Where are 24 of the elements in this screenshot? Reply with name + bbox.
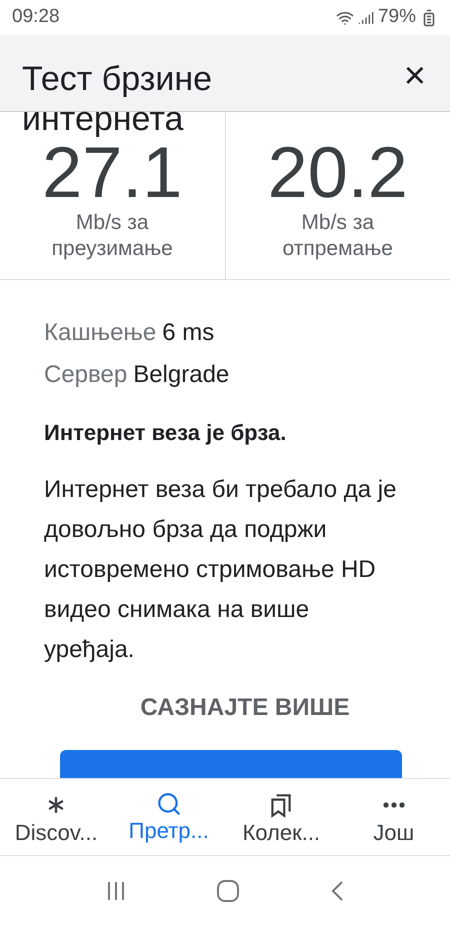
back-icon[interactable]: [329, 879, 346, 903]
signal-icon: [358, 10, 374, 26]
speed-value: 20.2: [268, 138, 408, 208]
detail-label: Кашњење: [44, 318, 156, 348]
detail-value: 6 ms: [162, 318, 214, 348]
status-time: 09:28: [12, 5, 60, 30]
page-title: Тест брзине интернета: [22, 59, 214, 139]
search-icon: [156, 791, 182, 817]
nav-tab[interactable]: Претр...: [112, 779, 225, 855]
nav-tab[interactable]: Discov...: [0, 779, 112, 855]
summary-text: Интернет веза је брза.: [44, 419, 288, 447]
learn-more-link[interactable]: САЗНАЈТЕ ВИШЕ: [140, 690, 350, 726]
speed-unit-label: Mb/s за преузимање: [50, 210, 174, 262]
speed-value: 27.1: [42, 138, 182, 208]
battery-percent: 79%: [378, 5, 416, 30]
detail-value: Belgrade: [133, 360, 230, 390]
close-button[interactable]: ×: [404, 61, 426, 91]
detail-label: Сервер: [44, 360, 128, 390]
speed-unit-label: Mb/s за отпремање: [282, 210, 394, 262]
description-text: Интернет веза би требало да је довољно брза да подржи истовремено стримовање HD видео снимака на више уређаја.: [44, 475, 398, 665]
nav-tab[interactable]: Колек...: [225, 779, 338, 855]
nav-tab[interactable]: Још: [338, 779, 450, 855]
more-icon: [382, 802, 405, 808]
home-icon[interactable]: [216, 879, 240, 903]
